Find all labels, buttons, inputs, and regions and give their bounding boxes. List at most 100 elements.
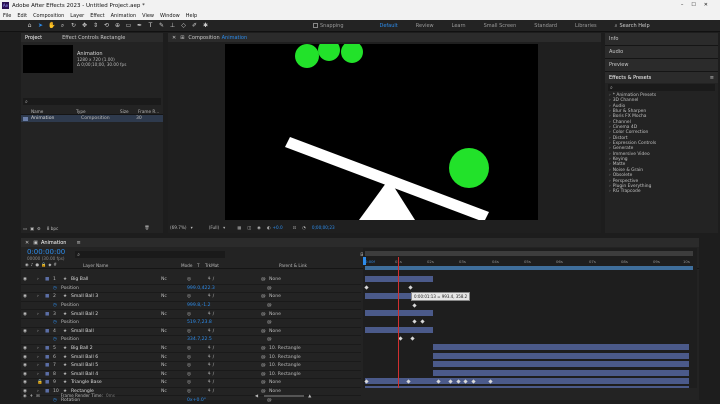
label-color-icon[interactable]: ■ [45, 277, 53, 282]
zoom-handle-icon[interactable]: ▲ [308, 393, 311, 398]
layer-parent[interactable]: None [269, 329, 281, 334]
orbit-tool-icon[interactable]: ↻ [70, 22, 77, 29]
column-trkmat[interactable]: TrkMat [205, 263, 279, 268]
pickwhip-icon[interactable]: @ [267, 337, 272, 342]
current-timecode[interactable]: 0:00:00:00 [27, 248, 65, 256]
playhead[interactable] [398, 257, 399, 388]
stopwatch-icon[interactable]: ◷ [53, 398, 61, 403]
dolly-tool-icon[interactable]: ⇕ [92, 22, 99, 29]
lock-icon[interactable]: ⊞ [180, 35, 184, 41]
current-time-indicator[interactable] [363, 257, 366, 265]
layer-trkmat-icons[interactable]: ◎ [187, 363, 207, 368]
layer-row[interactable]: ◉ › ■ 8 ★ Small Ball 4 Nc ◎ ⚘ ∕ @ 10. Re… [21, 371, 361, 380]
layer-mode[interactable]: Nc [161, 380, 187, 385]
search-help-label[interactable]: Search Help [619, 23, 649, 29]
pickwhip-icon[interactable]: @ [261, 346, 269, 351]
layer-name[interactable]: Small Ball [71, 329, 161, 334]
toggle-switches-icon[interactable]: ◀ [255, 393, 258, 398]
property-row[interactable]: ◷ Position 999.8,-1.2 @ [21, 302, 361, 311]
layer-name[interactable]: Small Ball 3 [71, 294, 161, 299]
keyframe[interactable] [456, 379, 461, 384]
label-color-icon[interactable]: ■ [45, 363, 53, 368]
layer-row[interactable]: ◉ › ■ 5 ★ Big Ball 2 Nc ◎ ⚘ ∕ @ 10. Rect… [21, 345, 361, 354]
stopwatch-icon[interactable]: ◷ [53, 286, 61, 291]
layer-parent[interactable]: None [269, 294, 281, 299]
pickwhip-icon[interactable]: @ [267, 286, 272, 291]
layer-row[interactable]: ◉ › ■ 4 ★ Small Ball Nc ◎ ⚘ ∕ @ None [21, 328, 361, 337]
stopwatch-icon[interactable]: ◷ [53, 320, 61, 325]
comp-timecode[interactable]: 0;00;00;23 [312, 225, 335, 230]
keyframe[interactable] [471, 379, 476, 384]
pickwhip-icon[interactable]: @ [267, 303, 272, 308]
pickwhip-icon[interactable]: @ [261, 363, 269, 368]
layer-trkmat-icons[interactable]: ◎ [187, 329, 207, 334]
layer-trkmat-icons[interactable]: ◎ [187, 355, 207, 360]
eye-icon[interactable]: ◉ [23, 329, 37, 334]
eye-icon[interactable]: ◉ [23, 294, 37, 299]
eye-icon[interactable]: ◉ [23, 355, 37, 360]
new-comp-icon[interactable]: ▣ [30, 226, 34, 231]
keyframe[interactable] [420, 319, 425, 324]
workspace-libraries[interactable]: Libraries [575, 23, 597, 29]
layer-bar-small-ball-6[interactable] [433, 353, 689, 359]
layer-trkmat-icons[interactable]: ◎ [187, 346, 207, 351]
layer-mode[interactable]: Nc [161, 355, 187, 360]
stopwatch-icon[interactable]: ◷ [53, 303, 61, 308]
layer-mode[interactable]: Nc [161, 312, 187, 317]
label-color-icon[interactable]: ■ [45, 372, 53, 377]
layer-parent[interactable]: 10. Rectangle [269, 363, 301, 368]
column-size[interactable]: Size [120, 109, 138, 114]
bpc-label[interactable]: 8 bpc [47, 226, 59, 231]
layer-trkmat-icons[interactable]: ◎ [187, 380, 207, 385]
pickwhip-icon[interactable]: @ [261, 312, 269, 317]
layer-name[interactable]: Small Ball 4 [71, 372, 161, 377]
eye-icon[interactable]: ◉ [23, 346, 37, 351]
anchor-tool-icon[interactable]: ⊕ [114, 22, 121, 29]
layer-parent[interactable]: 10. Rectangle [269, 372, 301, 377]
effects-presets-title[interactable]: Effects & Presets [609, 75, 651, 81]
workspace-review[interactable]: Review [416, 23, 434, 29]
resolution-dropdown[interactable]: (Full) [209, 225, 219, 230]
column-t[interactable]: T [197, 263, 205, 268]
panel-menu-icon[interactable]: ≡ [76, 240, 80, 246]
eye-icon[interactable]: ◉ [23, 363, 37, 368]
column-type[interactable]: Type [76, 109, 120, 114]
menu-animation[interactable]: Animation [111, 13, 137, 19]
timeline-tracks[interactable]: 0:00f 01s 02s 03s 04s 05s 06s 07s 08s 09… [363, 248, 697, 388]
layer-parent[interactable]: None [269, 277, 281, 282]
eye-icon[interactable]: ◉ [23, 372, 37, 377]
menu-edit[interactable]: Edit [17, 13, 27, 19]
label-color-icon[interactable]: ■ [45, 355, 53, 360]
rectangle-tool-icon[interactable]: ▭ [125, 22, 132, 29]
layer-switches[interactable]: ⚘ ∕ [207, 355, 261, 360]
layer-row[interactable]: ◉ › ■ 2 ★ Small Ball 3 Nc ◎ ⚘ ∕ @ None [21, 293, 361, 302]
layer-trkmat-icons[interactable]: ◎ [187, 294, 207, 299]
menu-window[interactable]: Window [160, 13, 180, 19]
pickwhip-icon[interactable]: @ [261, 277, 269, 282]
label-color-icon[interactable]: ■ [45, 380, 53, 385]
timeline-search[interactable]: ⌕ [75, 251, 226, 258]
snapping-checkbox[interactable] [313, 23, 318, 28]
pickwhip-icon[interactable]: @ [267, 320, 272, 325]
layer-mode[interactable]: Nc [161, 372, 187, 377]
layer-parent[interactable]: None [269, 312, 281, 317]
trash-icon[interactable]: 🗑 [144, 225, 149, 231]
column-name[interactable]: Name [31, 109, 76, 114]
workspace-learn[interactable]: Learn [452, 23, 466, 29]
timeline-tab-label[interactable]: Animation [41, 240, 67, 246]
layer-mode[interactable]: Nc [161, 363, 187, 368]
layer-mode[interactable]: Nc [161, 329, 187, 334]
pickwhip-icon[interactable]: @ [261, 372, 269, 377]
composition-tab-label[interactable]: Composition [188, 35, 219, 41]
time-ruler[interactable]: 0:00f 01s 02s 03s 04s 05s 06s 07s 08s 09… [363, 257, 697, 265]
menu-help[interactable]: Help [186, 13, 197, 19]
layer-bar-small-ball[interactable] [365, 327, 433, 333]
property-row[interactable]: ◷ Position 999.0,422.3 @ [21, 285, 361, 294]
type-tool-icon[interactable]: T [147, 22, 154, 29]
layer-bar-big-ball[interactable] [365, 276, 433, 282]
tab-info[interactable]: Info [605, 33, 718, 46]
layer-name[interactable]: Big Ball 2 [71, 346, 161, 351]
tab-audio[interactable]: Audio [605, 46, 718, 59]
roto-tool-icon[interactable]: ✐ [191, 22, 198, 29]
pickwhip-icon[interactable]: @ [261, 380, 269, 385]
